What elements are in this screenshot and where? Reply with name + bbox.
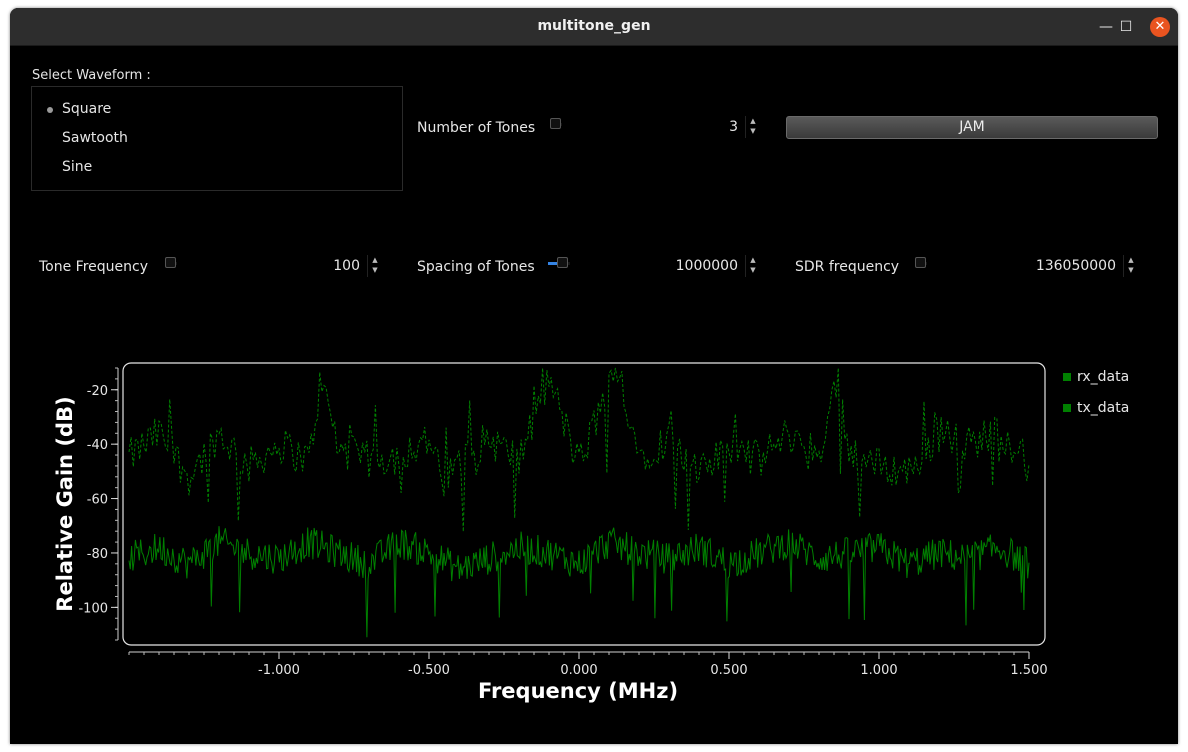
y-tick-label: -60 — [87, 493, 108, 508]
plot-canvas — [122, 362, 1046, 646]
tone-frequency-spinbox[interactable]: 100 ▲ ▼ — [190, 254, 382, 278]
tone-frequency-label: Tone Frequency — [39, 259, 148, 275]
spectrum-chart-svg: -1.000 -0.500 0.000 0.500 1.000 1.500 -20 -40 -6… — [53, 362, 1129, 703]
spectrum-plot: -1.000 -0.500 0.000 0.500 1.000 1.500 -20 -40 -6… — [10, 338, 1178, 722]
close-icon[interactable]: ✕ — [1150, 17, 1170, 37]
radio-dot-icon — [47, 165, 53, 171]
legend-label-tx_data: tx_data — [1077, 400, 1129, 416]
slider-handle[interactable] — [557, 257, 569, 268]
maximize-icon[interactable]: ☐ — [1116, 17, 1136, 37]
sdr-frequency-label: SDR frequency — [795, 259, 900, 275]
slider-handle[interactable] — [915, 257, 926, 268]
y-axis-label: Relative Gain (dB) — [53, 396, 77, 611]
spin-arrows-icon[interactable]: ▲ ▼ — [367, 255, 382, 277]
radio-dot-icon — [47, 136, 53, 142]
spin-arrows-icon[interactable]: ▲ ▼ — [1123, 255, 1138, 277]
x-tick-label: 1.000 — [860, 663, 897, 678]
legend-label-rx_data: rx_data — [1077, 369, 1129, 385]
radio-dot-icon — [47, 107, 53, 113]
x-axis-label: Frequency (MHz) — [478, 679, 678, 703]
tone-frequency-slider[interactable] — [165, 257, 177, 269]
y-tick-label: -100 — [78, 601, 108, 616]
legend-swatch-tx_data — [1063, 404, 1071, 412]
x-tick-label: 0.000 — [560, 663, 597, 678]
x-tick-label: 1.500 — [1010, 663, 1047, 678]
slider-handle[interactable] — [165, 257, 176, 268]
waveform-label: Select Waveform : — [32, 68, 151, 83]
num-tones-spinbox[interactable]: 3 ▲ ▼ — [570, 115, 760, 139]
num-tones-slider[interactable] — [550, 118, 562, 130]
x-tick-label: -0.500 — [408, 663, 450, 678]
waveform-radio-group: Square Sawtooth Sine — [31, 86, 403, 191]
spin-arrows-icon[interactable]: ▲ ▼ — [745, 255, 760, 277]
y-tick-label: -40 — [87, 438, 108, 453]
spacing-label: Spacing of Tones — [417, 259, 535, 275]
spacing-spinbox[interactable]: 1000000 ▲ ▼ — [580, 254, 760, 278]
sdr-frequency-slider[interactable] — [915, 257, 927, 269]
num-tones-label: Number of Tones — [417, 120, 536, 136]
spacing-slider[interactable] — [548, 257, 570, 269]
spin-arrows-icon[interactable]: ▲ ▼ — [745, 116, 760, 138]
window-title: multitone_gen — [537, 18, 651, 34]
sdr-frequency-spinbox[interactable]: 136050000 ▲ ▼ — [940, 254, 1138, 278]
y-tick-label: -20 — [87, 384, 108, 399]
title-bar[interactable]: multitone_gen — ☐ ✕ — [10, 8, 1178, 46]
slider-handle[interactable] — [550, 118, 561, 129]
app-window: multitone_gen — ☐ ✕ Select Waveform : Sq… — [10, 8, 1178, 744]
legend-swatch-rx_data — [1063, 373, 1071, 381]
x-tick-label: -1.000 — [258, 663, 300, 678]
minimize-icon[interactable]: — — [1096, 17, 1116, 37]
x-tick-label: 0.500 — [710, 663, 747, 678]
y-tick-label: -80 — [87, 547, 108, 562]
jam-button[interactable]: JAM — [786, 116, 1158, 139]
